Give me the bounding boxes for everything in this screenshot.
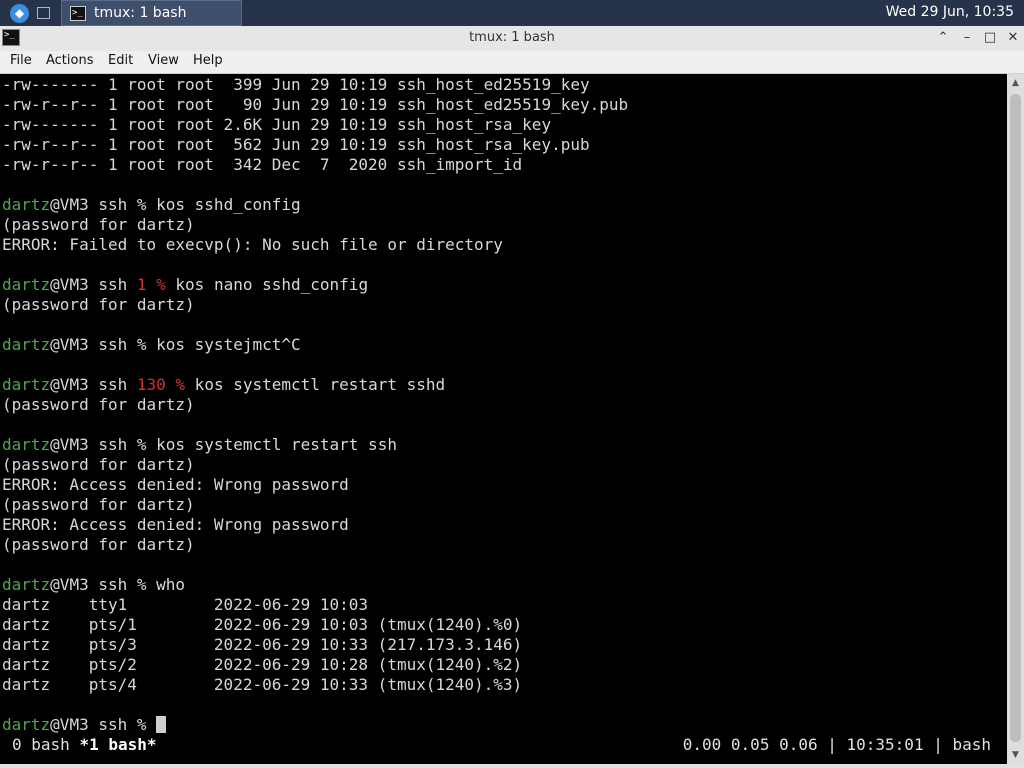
scroll-up-icon[interactable]: ▲	[1007, 74, 1024, 92]
tmux-window-active[interactable]: *1 bash*	[79, 735, 156, 754]
terminal-line: ERROR: Access denied: Wrong password	[2, 515, 349, 535]
terminal-text: dartz pts/2 2022-06-29 10:28 (tmux(1240)…	[2, 655, 523, 674]
terminal-line: dartz@VM3 ssh % kos sshd_config	[2, 195, 301, 215]
terminal-text: ERROR: Access denied: Wrong password	[2, 475, 349, 494]
show-desktop-icon[interactable]	[37, 7, 50, 19]
terminal-line: dartz@VM3 ssh 130 % kos systemctl restar…	[2, 375, 445, 395]
terminal-text: @VM3 ssh % kos sshd_config	[50, 195, 301, 214]
tmux-status-bar: 0 bash *1 bash* 0.00 0.05 0.06 | 10:35:0…	[0, 734, 1007, 756]
close-button[interactable]: ✕	[1004, 29, 1022, 47]
clock[interactable]: Wed 29 Jun, 10:35	[886, 4, 1014, 20]
terminal-text: @VM3 ssh	[50, 275, 137, 294]
prompt-user: dartz	[2, 275, 51, 294]
terminal-line: dartz pts/3 2022-06-29 10:33 (217.173.3.…	[2, 635, 522, 655]
terminal-line: ERROR: Access denied: Wrong password	[2, 475, 349, 495]
terminal-line: (password for dartz)	[2, 295, 195, 315]
window-title: tmux: 1 bash	[469, 30, 555, 45]
terminal-text: dartz pts/3 2022-06-29 10:33 (217.173.3.…	[2, 635, 523, 654]
window-bottom-border	[0, 764, 1024, 768]
taskbar-item-label: tmux: 1 bash	[94, 5, 187, 21]
menubar: File Actions Edit View Help	[0, 51, 1024, 74]
terminal-line: dartz@VM3 ssh % who	[2, 575, 185, 595]
terminal-line: dartz@VM3 ssh % kos systejmct^C	[2, 335, 301, 355]
terminal-line: (password for dartz)	[2, 495, 195, 515]
terminal-line: (password for dartz)	[2, 215, 195, 235]
terminal-line: -rw------- 1 root root 2.6K Jun 29 10:19…	[2, 115, 551, 135]
terminal-text: (password for dartz)	[2, 215, 195, 234]
shade-button[interactable]: ⌃	[934, 29, 952, 47]
terminal-line: dartz pts/2 2022-06-29 10:28 (tmux(1240)…	[2, 655, 522, 675]
prompt-user: dartz	[2, 335, 51, 354]
terminal-text: @VM3 ssh % kos systemctl restart ssh	[50, 435, 397, 454]
terminal-cursor	[156, 716, 167, 733]
terminal-icon: >_	[70, 6, 86, 21]
prompt-user: dartz	[2, 715, 51, 734]
terminal-line: -rw-r--r-- 1 root root 562 Jun 29 10:19 …	[2, 135, 590, 155]
terminal-line: -rw-r--r-- 1 root root 342 Dec 7 2020 ss…	[2, 155, 522, 175]
terminal-text: -rw------- 1 root root 2.6K Jun 29 10:19…	[2, 115, 552, 134]
top-panel: ◆ >_ tmux: 1 bash Wed 29 Jun, 10:35	[0, 0, 1024, 26]
scrollbar[interactable]: ▲ ▼	[1007, 74, 1024, 764]
menu-file[interactable]: File	[10, 53, 32, 68]
terminal-text: -rw-r--r-- 1 root root 562 Jun 29 10:19 …	[2, 135, 590, 154]
app-menu-icon[interactable]: ◆	[10, 4, 29, 23]
terminal-text: -rw-r--r-- 1 root root 90 Jun 29 10:19 s…	[2, 95, 629, 114]
terminal-text: kos systemctl restart sshd	[185, 375, 446, 394]
minimize-button[interactable]: –	[958, 29, 976, 47]
prompt-user: dartz	[2, 435, 51, 454]
terminal-line: -rw-r--r-- 1 root root 90 Jun 29 10:19 s…	[2, 95, 628, 115]
terminal-text: (password for dartz)	[2, 455, 195, 474]
terminal-text: ERROR: Failed to execvp(): No such file …	[2, 235, 503, 254]
prompt-user: dartz	[2, 195, 51, 214]
terminal-text: @VM3 ssh % who	[50, 575, 186, 594]
terminal-line: dartz tty1 2022-06-29 10:03	[2, 595, 368, 615]
menu-view[interactable]: View	[148, 53, 179, 68]
terminal-line: (password for dartz)	[2, 535, 195, 555]
terminal-text: (password for dartz)	[2, 395, 195, 414]
scrollbar-thumb[interactable]	[1010, 94, 1021, 742]
terminal-text: (password for dartz)	[2, 495, 195, 514]
prompt-user: dartz	[2, 575, 51, 594]
maximize-button[interactable]: □	[981, 29, 999, 47]
terminal-text: (password for dartz)	[2, 535, 195, 554]
terminal-text: @VM3 ssh %	[50, 715, 157, 734]
tmux-window-inactive[interactable]: 0 bash	[12, 735, 79, 754]
terminal-line: dartz@VM3 ssh % kos systemctl restart ss…	[2, 435, 397, 455]
terminal-line: dartz@VM3 ssh 1 % kos nano sshd_config	[2, 275, 368, 295]
terminal-text: -rw------- 1 root root 399 Jun 29 10:19 …	[2, 75, 590, 94]
tmux-status-right: 0.00 0.05 0.06 | 10:35:01 | bash	[682, 735, 991, 754]
prompt-exit-code: 130 %	[136, 375, 186, 394]
terminal-text: dartz pts/1 2022-06-29 10:03 (tmux(1240)…	[2, 615, 523, 634]
terminal-text: ERROR: Access denied: Wrong password	[2, 515, 349, 534]
menu-edit[interactable]: Edit	[108, 53, 133, 68]
prompt-exit-code: 1 %	[136, 275, 166, 294]
terminal-text: -rw-r--r-- 1 root root 342 Dec 7 2020 ss…	[2, 155, 523, 174]
terminal-text: dartz tty1 2022-06-29 10:03	[2, 595, 369, 614]
terminal-line: (password for dartz)	[2, 395, 195, 415]
window-titlebar[interactable]: >_ tmux: 1 bash ⌃ – □ ✕	[0, 26, 1024, 52]
terminal-text: (password for dartz)	[2, 295, 195, 314]
terminal-line: ERROR: Failed to execvp(): No such file …	[2, 235, 503, 255]
terminal-text: @VM3 ssh	[50, 375, 137, 394]
prompt-user: dartz	[2, 375, 51, 394]
menu-help[interactable]: Help	[193, 53, 223, 68]
terminal-line: dartz@VM3 ssh %	[2, 715, 167, 735]
menu-actions[interactable]: Actions	[46, 53, 94, 68]
terminal-output[interactable]: 0 bash *1 bash* 0.00 0.05 0.06 | 10:35:0…	[0, 74, 1007, 764]
taskbar-item-tmux[interactable]: >_ tmux: 1 bash	[61, 0, 242, 26]
terminal-line: dartz pts/4 2022-06-29 10:33 (tmux(1240)…	[2, 675, 522, 695]
terminal-text: dartz pts/4 2022-06-29 10:33 (tmux(1240)…	[2, 675, 523, 694]
terminal-line: -rw------- 1 root root 399 Jun 29 10:19 …	[2, 75, 590, 95]
tmux-window-list: 0 bash *1 bash*	[12, 735, 157, 754]
terminal-text: kos nano sshd_config	[165, 275, 369, 294]
terminal-text: @VM3 ssh % kos systejmct^C	[50, 335, 301, 354]
terminal-line: dartz pts/1 2022-06-29 10:03 (tmux(1240)…	[2, 615, 522, 635]
scroll-down-icon[interactable]: ▼	[1007, 746, 1024, 764]
terminal-line: (password for dartz)	[2, 455, 195, 475]
